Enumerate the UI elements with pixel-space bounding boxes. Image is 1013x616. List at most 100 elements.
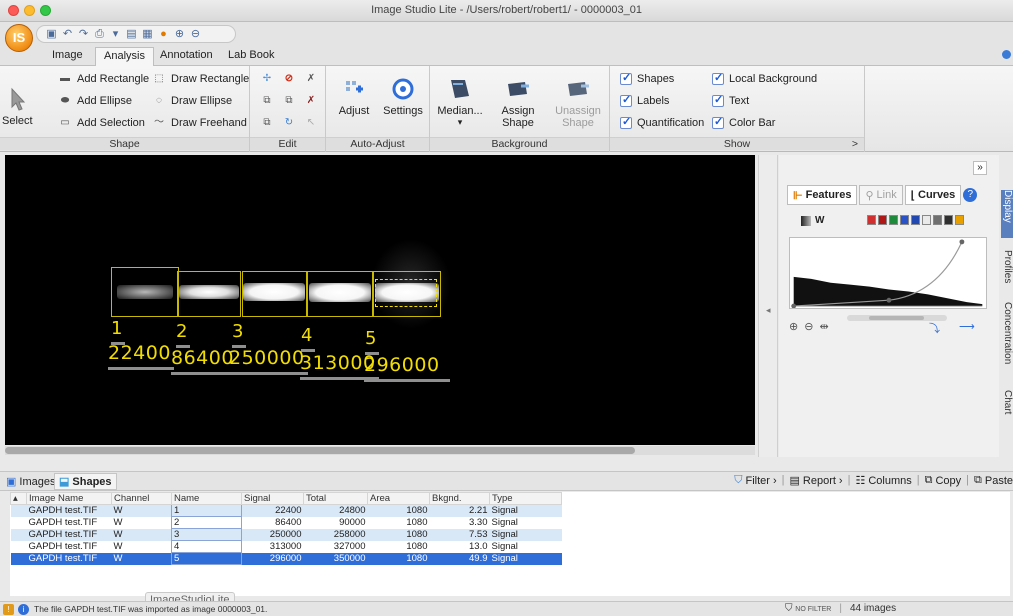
dropdown-icon[interactable]: ▾ (109, 28, 122, 41)
zoom-out-icon[interactable]: ⊖ (804, 320, 813, 333)
tab-annotation[interactable]: Annotation (152, 47, 221, 66)
add-rectangle-button[interactable]: ▬ Add Rectangle (58, 73, 149, 85)
table-cell[interactable]: 1 (171, 504, 242, 517)
cut-shape-icon[interactable]: ✗ (304, 95, 318, 107)
add-selection-button[interactable]: ▭ Add Selection (58, 117, 145, 129)
report-button[interactable]: ▤ Report › (789, 474, 842, 488)
edit-pointer-icon[interactable]: ✗ (304, 73, 318, 85)
show-local-background-checkbox[interactable]: Local Background (712, 71, 817, 85)
show-color-bar-checkbox[interactable]: Color Bar (712, 115, 775, 129)
column-header-image-name[interactable]: Image Name (26, 492, 112, 505)
print-icon[interactable]: ⎙ (93, 28, 106, 41)
unassign-shape-button[interactable]: Unassign Shape (550, 76, 606, 129)
draw-rectangle-button[interactable]: ⬚ Draw Rectangle (152, 73, 249, 85)
fit-width-icon[interactable]: ⇹ (819, 320, 828, 333)
color-swatch[interactable] (889, 215, 898, 225)
show-shapes-checkbox[interactable]: Shapes (620, 71, 674, 85)
color-swatch[interactable] (922, 215, 931, 225)
table-cell[interactable]: 2 (171, 516, 242, 529)
tab-lab-book[interactable]: Lab Book (220, 47, 282, 66)
side-tab-display[interactable]: Display (1001, 190, 1013, 238)
assign-shape-button[interactable]: Assign Shape (492, 76, 544, 129)
viewer-horizontal-scrollbar[interactable] (5, 446, 755, 455)
collapse-arrow-icon[interactable]: ◂ (766, 305, 771, 316)
show-text-checkbox[interactable]: Text (712, 93, 749, 107)
table-cell[interactable]: 4 (171, 540, 242, 553)
filter-button[interactable]: ⛉ Filter › (734, 474, 776, 487)
warning-icon[interactable]: ! (3, 604, 14, 615)
channel-selector[interactable]: W (801, 215, 824, 226)
histogram-curve[interactable] (789, 237, 987, 309)
tab-image[interactable]: Image (44, 47, 91, 66)
table-row[interactable]: GAPDH test.TIF W 4 313000 327000 1080 13.0 Sign… (11, 540, 562, 553)
show-expander-icon[interactable]: > (852, 138, 858, 150)
selected-shape-outline[interactable] (375, 279, 437, 307)
tab-link[interactable]: ⚲ Link (859, 185, 903, 205)
add-ellipse-button[interactable]: ⬬ Add Ellipse (58, 95, 132, 107)
reset-curve-icon[interactable]: ⟶ (959, 320, 975, 333)
tab-shapes[interactable]: ⬓ Shapes (54, 473, 117, 490)
show-labels-checkbox[interactable]: Labels (620, 93, 669, 107)
show-quantification-checkbox[interactable]: Quantification (620, 115, 704, 129)
image-viewer[interactable]: 1 2 3 4 5 22400 86400 250000 313000 2960… (5, 155, 755, 445)
zoom-in-icon[interactable]: ⊕ (789, 320, 798, 333)
columns-button[interactable]: ☷ Columns (855, 474, 911, 488)
draw-freehand-button[interactable]: 〜 Draw Freehand (152, 117, 247, 129)
table-row[interactable]: GAPDH test.TIF W 2 86400 90000 1080 3.30 Signal (11, 516, 562, 529)
side-tab-profiles[interactable]: Profiles (1001, 250, 1013, 283)
zoom-in-icon[interactable]: ⊕ (173, 28, 186, 41)
color-swatch[interactable] (933, 215, 942, 225)
app-menu-button[interactable]: IS (5, 24, 33, 52)
column-header-bkgnd[interactable]: Bkgnd. (429, 492, 490, 505)
color-swatch[interactable] (955, 215, 964, 225)
column-header-area[interactable]: Area (367, 492, 430, 505)
table-row[interactable]: GAPDH test.TIF W 5 296000 350000 1080 49.9 Sign… (10, 552, 562, 565)
copy-shape-icon[interactable]: ⧉ (260, 95, 274, 107)
select-button[interactable]: Select (2, 86, 33, 127)
color-swatch[interactable] (878, 215, 887, 225)
column-header-total[interactable]: Total (303, 492, 368, 505)
rotate-icon[interactable]: ↻ (282, 117, 296, 129)
color-swatch[interactable] (900, 215, 909, 225)
filter-status[interactable]: ⛉ NO FILTER (785, 603, 831, 614)
tab-analysis[interactable]: Analysis (95, 47, 154, 66)
zoom-out-icon[interactable]: ⊖ (189, 28, 202, 41)
eyedropper-icon[interactable]: ⤵ (929, 320, 940, 336)
redo-icon[interactable]: ↷ (77, 28, 90, 41)
column-header-signal[interactable]: Signal (241, 492, 304, 505)
median-button[interactable]: Median... ▾ (434, 76, 486, 128)
color-swatch[interactable] (911, 215, 920, 225)
median-dropdown-icon[interactable]: ▾ (434, 117, 486, 128)
side-tab-concentration[interactable]: Concentration (1001, 302, 1013, 364)
help-icon[interactable] (1002, 50, 1011, 59)
draw-ellipse-button[interactable]: ◌ Draw Ellipse (152, 95, 232, 107)
grid-icon[interactable]: ▦ (141, 28, 154, 41)
image-icon[interactable]: ▤ (125, 28, 138, 41)
help-icon[interactable]: ? (963, 188, 978, 202)
column-header-name[interactable]: Name (171, 492, 242, 505)
tab-curves[interactable]: ⌊ Curves (904, 185, 962, 205)
color-swatch[interactable] (867, 215, 876, 225)
delete-icon[interactable]: ⊘ (282, 73, 296, 85)
paste-button[interactable]: ⧉ Paste (974, 474, 1013, 487)
save-icon[interactable]: ▣ (45, 28, 58, 41)
scrollbar-thumb[interactable] (5, 447, 635, 454)
table-cell[interactable]: 5 (171, 552, 242, 565)
settings-button[interactable]: Settings (380, 76, 426, 117)
color-swatch[interactable] (944, 215, 953, 225)
side-tab-chart[interactable]: Chart (1001, 390, 1013, 414)
column-header-channel[interactable]: Channel (111, 492, 172, 505)
collapse-panel-button[interactable]: » (973, 161, 987, 175)
column-header-type[interactable]: Type (489, 492, 562, 505)
duplicate-icon[interactable]: ⧉ (260, 117, 274, 129)
table-row[interactable]: GAPDH test.TIF W 1 22400 24800 1080 2.21 Signal (10, 504, 562, 517)
move-icon[interactable]: ✢ (260, 73, 274, 85)
adjust-button[interactable]: Adjust (332, 76, 376, 117)
tab-images[interactable]: ▣ Images (2, 473, 59, 490)
copy-button[interactable]: ⧉ Copy (925, 474, 962, 487)
paste-shape-icon[interactable]: ⧉ (282, 95, 296, 107)
sort-column-icon[interactable]: ▴ (10, 492, 27, 505)
panel-divider[interactable]: ◂ (758, 155, 778, 457)
table-cell[interactable]: 3 (171, 528, 242, 541)
table-row[interactable]: GAPDH test.TIF W 3 250000 258000 1080 7.53 Sign… (10, 528, 562, 541)
